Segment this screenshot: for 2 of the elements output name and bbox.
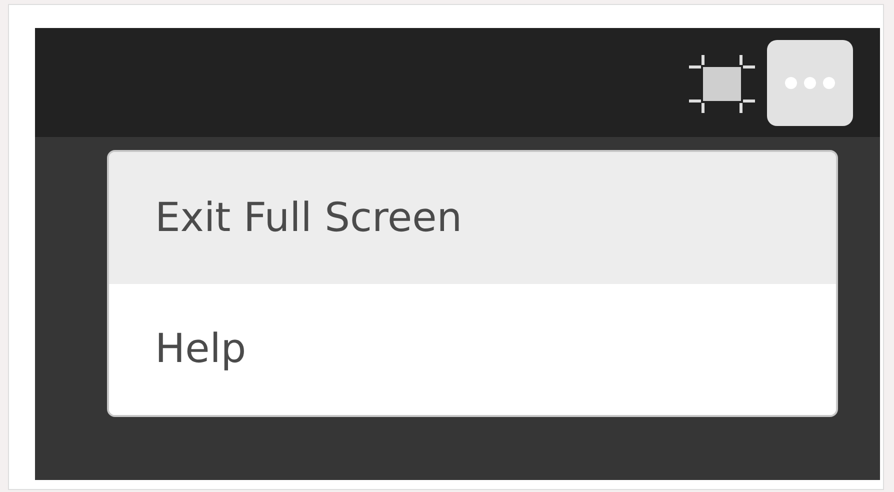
fullscreen-icon[interactable] <box>689 55 755 113</box>
menu-item[interactable]: Exit Full Screen <box>109 152 836 284</box>
